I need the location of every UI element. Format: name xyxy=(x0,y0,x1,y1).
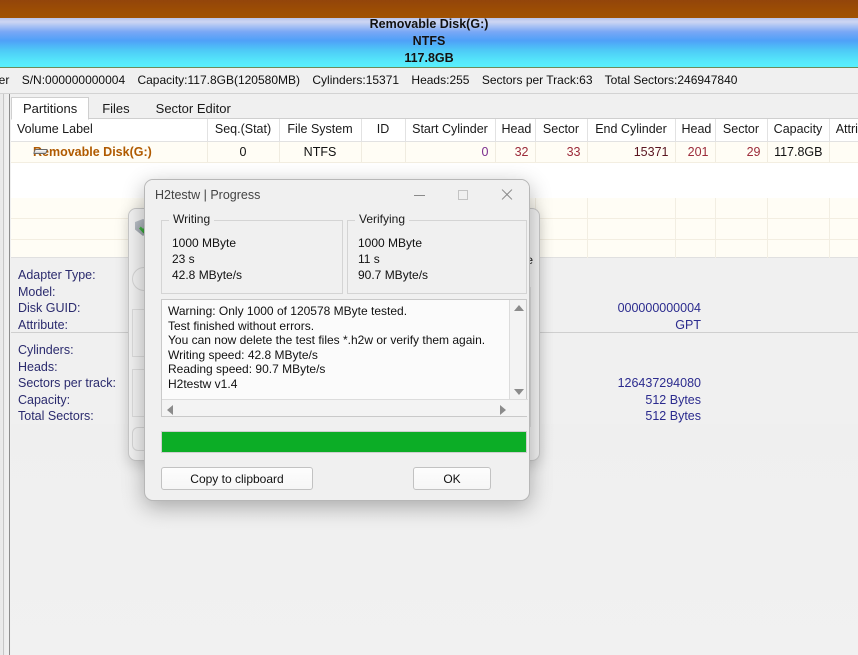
label-model: Model: xyxy=(18,284,56,299)
dialog-title: H2testw | Progress xyxy=(155,188,261,202)
log-horizontal-scrollbar[interactable] xyxy=(162,399,528,416)
scroll-left-icon[interactable] xyxy=(167,405,173,415)
banner-capacity: 117.8GB xyxy=(404,51,454,65)
cell-seq-stat: 0 xyxy=(207,141,280,163)
info-total-sectors: Total Sectors:246947840 xyxy=(604,73,738,87)
table-row[interactable]: Removable Disk(G:) 0 NTFS 0 32 33 15371 … xyxy=(11,141,858,163)
label-attribute: Attribute: xyxy=(18,317,69,332)
tab-files[interactable]: Files xyxy=(89,97,142,120)
tab-partitions[interactable]: Partitions xyxy=(11,97,90,120)
window-left-edge xyxy=(0,94,10,655)
col-attribute[interactable]: Attribute xyxy=(829,119,858,142)
col-file-system[interactable]: File System xyxy=(279,119,362,142)
cell-capacity: 117.8GB xyxy=(767,141,830,163)
label-disk-guid: Disk GUID: xyxy=(18,301,81,315)
cell-end-head: 201 xyxy=(675,141,716,163)
verifying-speed: 90.7 MByte/s xyxy=(358,268,429,282)
close-button[interactable] xyxy=(485,180,529,210)
screen: Removable Disk(G:) NTFS 117.8GB ler S/N:… xyxy=(0,0,858,655)
cell-file-system: NTFS xyxy=(279,141,362,163)
info-controller-fragment: ler xyxy=(0,73,10,87)
minimize-button[interactable] xyxy=(397,180,441,210)
disk-info-row: ler S/N:000000000004 Capacity:117.8GB(12… xyxy=(0,73,746,87)
verifying-group-values: 1000 MByte 11 s 90.7 MByte/s xyxy=(358,235,428,283)
window-left-edge-line xyxy=(3,94,4,655)
removable-disk-icon xyxy=(33,148,49,156)
maximize-button[interactable] xyxy=(441,180,485,210)
col-volume-label[interactable]: Volume Label xyxy=(11,119,208,142)
close-icon xyxy=(501,189,513,201)
cell-attribute xyxy=(829,141,858,163)
copy-to-clipboard-button[interactable]: Copy to clipboard xyxy=(161,467,313,490)
verifying-time: 11 s xyxy=(358,252,380,266)
cell-volume-label: Removable Disk(G:) xyxy=(33,144,152,159)
log-output-text: Warning: Only 1000 of 120578 MByte teste… xyxy=(168,304,486,391)
col-start-sector[interactable]: Sector xyxy=(535,119,588,142)
writing-group: Writing 1000 MByte 23 s 42.8 MByte/s xyxy=(161,212,343,294)
progress-bar-fill xyxy=(162,432,526,452)
verifying-group-legend: Verifying xyxy=(355,212,410,226)
details-group2-labels: Cylinders: Heads: Sectors per track: Cap… xyxy=(18,342,116,425)
maximize-icon xyxy=(458,190,468,200)
cell-start-cylinder: 0 xyxy=(405,141,496,163)
verifying-amount: 1000 MByte xyxy=(358,236,423,250)
partition-table-header-row: Volume Label Seq.(Stat) File System ID S… xyxy=(11,119,858,142)
info-cylinders: Cylinders:15371 xyxy=(312,73,400,87)
label-capacity: Capacity: xyxy=(18,392,71,407)
partition-table: Volume Label Seq.(Stat) File System ID S… xyxy=(11,119,858,163)
banner-text-block: Removable Disk(G:) NTFS 117.8GB xyxy=(0,16,858,67)
writing-time: 23 s xyxy=(172,252,195,266)
writing-speed: 42.8 MByte/s xyxy=(172,268,243,282)
writing-group-legend: Writing xyxy=(169,212,215,226)
info-capacity: Capacity:117.8GB(120580MB) xyxy=(137,73,301,87)
disk-info-strip: ler S/N:000000000004 Capacity:117.8GB(12… xyxy=(0,68,858,94)
col-capacity[interactable]: Capacity xyxy=(767,119,830,142)
tab-sector-editor[interactable]: Sector Editor xyxy=(143,97,244,120)
disk-banner: Removable Disk(G:) NTFS 117.8GB xyxy=(0,0,858,68)
banner-disk-name: Removable Disk(G:) xyxy=(369,17,489,31)
cell-end-cylinder: 15371 xyxy=(587,141,676,163)
banner-filesystem: NTFS xyxy=(412,34,446,48)
cell-id xyxy=(361,141,406,163)
scroll-right-icon[interactable] xyxy=(500,405,506,415)
log-output-box[interactable]: Warning: Only 1000 of 120578 MByte teste… xyxy=(161,299,528,417)
label-sectors-per-track: Sectors per track: xyxy=(18,376,116,390)
dialog-title-bar[interactable]: H2testw | Progress xyxy=(145,180,529,212)
scroll-up-icon[interactable] xyxy=(514,305,524,311)
h2testw-progress-dialog: H2testw | Progress Writing 1000 MByte 23… xyxy=(144,179,530,501)
info-serial: S/N:000000000004 xyxy=(21,73,126,87)
col-end-cylinder[interactable]: End Cylinder xyxy=(587,119,676,142)
col-end-head[interactable]: Head xyxy=(675,119,716,142)
ok-button[interactable]: OK xyxy=(413,467,491,490)
verifying-group: Verifying 1000 MByte 11 s 90.7 MByte/s xyxy=(347,212,527,294)
info-heads: Heads:255 xyxy=(411,73,470,87)
cell-start-sector: 33 xyxy=(535,141,588,163)
col-seq-stat[interactable]: Seq.(Stat) xyxy=(207,119,280,142)
tab-bar: Partitions Files Sector Editor xyxy=(11,97,244,120)
log-vertical-scrollbar[interactable] xyxy=(509,300,526,400)
label-cylinders: Cylinders: xyxy=(18,343,74,357)
col-start-cylinder[interactable]: Start Cylinder xyxy=(405,119,496,142)
col-end-sector[interactable]: Sector xyxy=(715,119,768,142)
label-heads: Heads: xyxy=(18,359,58,374)
scroll-down-icon[interactable] xyxy=(514,389,524,395)
col-id[interactable]: ID xyxy=(361,119,406,142)
cell-start-head: 32 xyxy=(495,141,536,163)
writing-group-values: 1000 MByte 23 s 42.8 MByte/s xyxy=(172,235,242,283)
writing-amount: 1000 MByte xyxy=(172,236,237,250)
col-start-head[interactable]: Head xyxy=(495,119,536,142)
minimize-icon xyxy=(413,194,425,196)
info-sectors-per-track: Sectors per Track:63 xyxy=(481,73,593,87)
label-total-sectors: Total Sectors: xyxy=(18,409,94,423)
progress-bar-track xyxy=(161,431,527,453)
label-adapter-type: Adapter Type: xyxy=(18,268,96,282)
details-group1-labels: Adapter Type: Model: Disk GUID: Attribut… xyxy=(18,267,96,333)
cell-end-sector: 29 xyxy=(715,141,768,163)
